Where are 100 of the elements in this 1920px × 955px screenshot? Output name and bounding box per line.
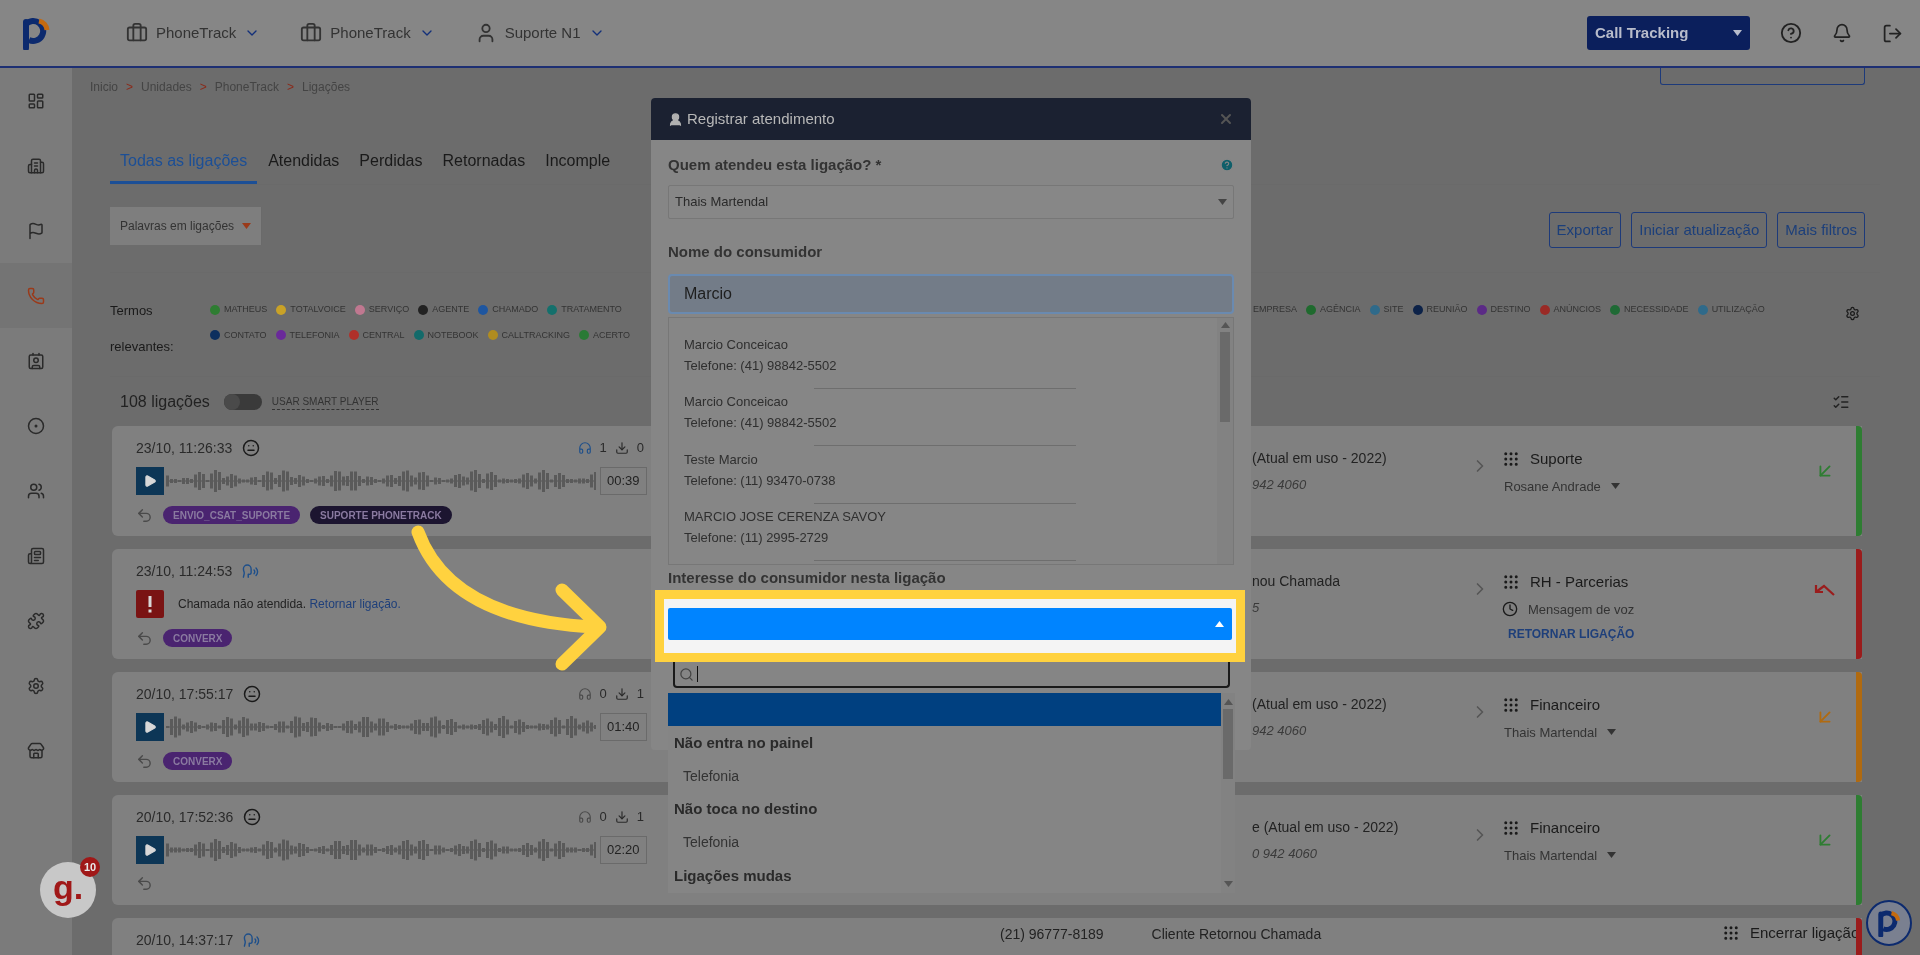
origin-name: (Atual em uso - 2022) [1252, 695, 1388, 714]
download-icon [614, 441, 629, 455]
face-icon [243, 808, 262, 826]
keypad-icon [1502, 573, 1520, 592]
tab[interactable]: Incomple [536, 149, 620, 184]
suggestion-item[interactable]: MARCIO JOSE CERENZA SAVOY Telefone: (11) 2995-2729 [684, 506, 1217, 564]
call-count: 108 ligações [119, 391, 210, 412]
download-icon [614, 810, 629, 824]
smart-player-toggle[interactable] [223, 393, 262, 410]
close-icon[interactable] [1218, 111, 1234, 127]
play-button[interactable] [136, 467, 164, 495]
action-button[interactable]: Exportar [1548, 212, 1622, 248]
notification-bell-icon[interactable] [1832, 23, 1852, 43]
smart-player-label[interactable]: USAR SMART PLAYER [271, 393, 379, 410]
listen-count: 0 [599, 808, 607, 827]
tab[interactable]: Perdidas [350, 149, 432, 184]
destination: Financeiro [1530, 695, 1601, 715]
origin-number: 5 [1252, 599, 1261, 617]
tab[interactable]: Atendidas [259, 149, 349, 184]
action-button[interactable]: Mais filtros [1777, 212, 1865, 248]
destination: Suporte [1530, 449, 1583, 469]
contact-card-icon [27, 351, 45, 370]
help-icon [1220, 158, 1234, 172]
agent-name: Thais Martendal [1504, 846, 1598, 865]
newspaper-icon [27, 546, 45, 565]
settings-icon[interactable] [1845, 306, 1860, 321]
caret-icon [1733, 30, 1742, 36]
field-label: Nome do consumidor [668, 242, 824, 262]
call-datetime: 20/10, 14:37:17 [136, 930, 234, 950]
voice-icon [243, 931, 261, 949]
caret-icon [1607, 729, 1617, 736]
suggestion-item[interactable]: Teste Marcio Telefone: (11) 93470-0738 [684, 448, 1217, 506]
logout-icon[interactable] [1882, 22, 1903, 44]
caret-icon [1218, 199, 1227, 205]
suggestion-item[interactable]: Marcio Conceicao Telefone: (41) 98842-5502 [684, 391, 1217, 449]
call-datetime: 20/10, 17:52:36 [136, 807, 234, 827]
voice-icon [242, 562, 260, 580]
notification-badge: 10 [80, 857, 100, 877]
caret-icon [1215, 621, 1224, 627]
play-icon [143, 720, 157, 734]
circle-icon [27, 416, 45, 435]
option-item[interactable]: Telefonia [668, 826, 1221, 860]
return-call-link[interactable]: RETORNAR LIGAÇÃO [1502, 625, 1792, 643]
option-group: Ligações mudas [668, 859, 1221, 893]
agent-select[interactable]: Thais Martendal [668, 185, 1234, 219]
listen-count: 0 [599, 685, 607, 704]
option-item[interactable] [668, 693, 1221, 727]
tag: ENVIO_CSAT_SUPORTE [163, 506, 301, 524]
phone-icon [27, 286, 45, 305]
scrollbar-thumb [1223, 709, 1233, 779]
caret-icon [1220, 321, 1230, 328]
consumer-name-input[interactable]: Marcio [668, 273, 1234, 314]
destination: Financeiro [1530, 818, 1601, 838]
briefcase-icon [300, 22, 323, 44]
keypad-icon [1502, 819, 1520, 838]
puzzle-icon [27, 611, 45, 630]
download-count: 0 [636, 439, 644, 458]
reply-icon [136, 629, 153, 647]
destination: RH - Parcerias [1530, 572, 1629, 592]
filter-dropdown[interactable]: Palavras em ligações [110, 207, 263, 245]
headphones-icon [577, 810, 592, 824]
field-label: Interesse do consumidor nesta ligação [668, 567, 947, 588]
call-datetime: 23/10, 11:24:53 [136, 561, 233, 581]
download-icon [614, 687, 629, 701]
search-icon [679, 666, 694, 682]
headphones-icon [577, 441, 592, 455]
phone-number: (21) 96777-8189 [1000, 925, 1104, 944]
breadcrumb-separator: > [126, 79, 134, 96]
play-button[interactable] [136, 836, 164, 864]
suggestion-item[interactable]: Marcio Conceicao Telefone: (41) 98842-5502 [684, 333, 1217, 391]
flag-icon [27, 221, 45, 240]
reply-icon [136, 752, 153, 770]
play-icon [143, 843, 157, 857]
option-item[interactable]: Telefonia [668, 759, 1221, 793]
agent-name: Rosane Andrade [1504, 477, 1601, 496]
action-button[interactable]: Iniciar atualização [1631, 212, 1768, 248]
option-group: Não toca no destino [668, 793, 1221, 827]
nav-menu[interactable]: PhoneTrack [126, 21, 261, 45]
duration: 00:39 [600, 467, 647, 495]
help-icon[interactable] [1780, 22, 1802, 44]
help-launcher[interactable] [1866, 900, 1912, 946]
agent-name: Thais Martendal [1504, 723, 1598, 742]
product-select[interactable]: Call Tracking [1587, 16, 1750, 50]
return-call-link[interactable]: Retornar ligação. [309, 597, 401, 611]
reply-icon [136, 875, 153, 892]
breadcrumb-separator: > [199, 79, 207, 96]
dashboard-icon [27, 91, 45, 110]
term-label: CHAMADO [492, 303, 539, 316]
headphones-icon [577, 687, 592, 701]
search-field[interactable] [673, 662, 1230, 688]
nav-menu[interactable]: PhoneTrack [300, 21, 435, 45]
call-datetime: 23/10, 11:26:33 [136, 438, 233, 458]
download-count: 1 [636, 808, 644, 827]
field-label: Quem atendeu esta ligação? * [668, 154, 882, 175]
store-icon [27, 741, 45, 760]
play-button[interactable] [136, 713, 164, 741]
nav-menu[interactable]: Suporte N1 [474, 21, 605, 45]
keypad-icon [1722, 924, 1740, 943]
origin-name: e (Atual em uso - 2022) [1252, 818, 1400, 837]
tab[interactable]: Retornadas [433, 149, 535, 184]
